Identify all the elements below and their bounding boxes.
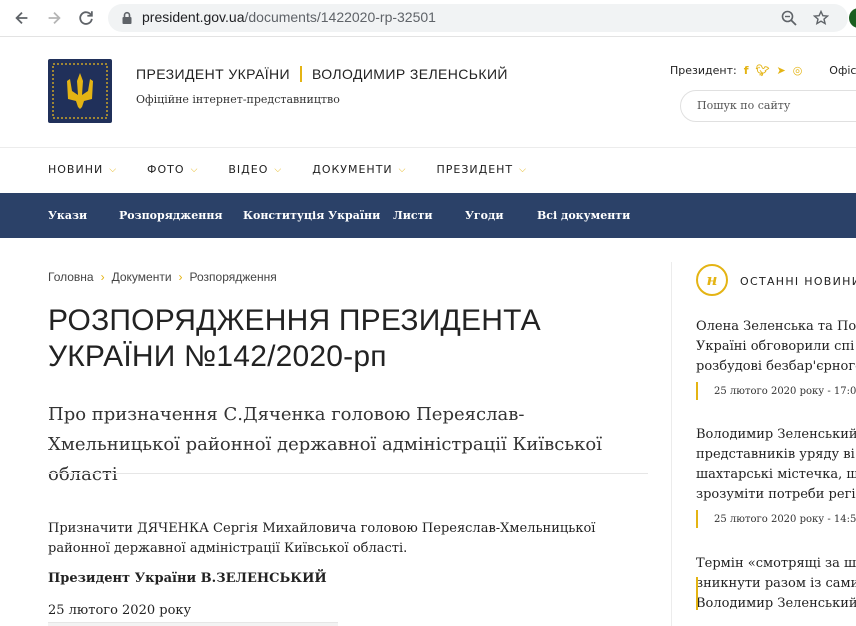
subnav-item-constitution[interactable]: Конституція України — [243, 209, 380, 222]
news-title-line: Олена Зеленська та Пос — [696, 319, 856, 334]
news-title-line: шахтарські містечка, що — [696, 467, 856, 482]
zoom-icon[interactable] — [781, 10, 797, 26]
news-title-line: Володимир Зеленський — [696, 596, 856, 611]
news-item[interactable]: Термін «смотрящі за ша зникнути разом із… — [696, 554, 856, 614]
chevron-down-icon: ⌵ — [519, 164, 527, 175]
page-title: РОЗПОРЯДЖЕННЯ ПРЕЗИДЕНТА УКРАЇНИ №142/20… — [48, 303, 648, 375]
url-text: president.gov.ua/documents/1422020-rp-32… — [142, 9, 436, 25]
telegram-icon[interactable]: ➤ — [776, 64, 785, 77]
reload-button[interactable] — [76, 8, 96, 28]
address-bar[interactable]: president.gov.ua/documents/1422020-rp-32… — [108, 4, 848, 32]
page-title-line2: УКРАЇНИ №142/2020-рп — [48, 340, 387, 373]
document-signature: Президент України В.ЗЕЛЕНСЬКИЙ — [48, 571, 327, 586]
url-path: /documents/1422020-rp-32501 — [244, 9, 436, 25]
back-button[interactable] — [12, 8, 32, 28]
twitter-icon[interactable]: 🐦︎ — [756, 64, 770, 77]
forward-button[interactable] — [44, 8, 64, 28]
subnav-item-decrees[interactable]: Укази — [48, 209, 87, 222]
news-item[interactable]: Олена Зеленська та Пос Україні обговорил… — [696, 317, 856, 400]
news-title-line: представників уряду ві — [696, 447, 855, 462]
news-accent-bar — [696, 577, 698, 610]
news-title-line: Володимир Зеленський — [696, 427, 856, 442]
profile-avatar[interactable] — [849, 8, 856, 28]
news-date: 25 лютого 2020 року - 14:54 — [696, 510, 856, 528]
menu-item-documents[interactable]: ДОКУМЕНТИ ⌵ — [312, 163, 406, 176]
forward-arrow-icon — [48, 11, 61, 25]
news-title-line: розбудові безбар'єрного — [696, 359, 856, 374]
news-title-line: зникнути разом із самим — [696, 576, 856, 591]
breadcrumb-home[interactable]: Головна — [48, 270, 94, 284]
site-title-left: ПРЕЗИДЕНТ УКРАЇНИ — [136, 66, 290, 82]
main-menu: НОВИНИ ⌵ ФОТО ⌵ ВІДЕО ⌵ ДОКУМЕНТИ ⌵ ПРЕЗИДЕН… — [48, 163, 557, 176]
site-title[interactable]: ПРЕЗИДЕНТ УКРАЇНИ ВОЛОДИМИР ЗЕЛЕНСЬКИЙ — [136, 66, 508, 82]
news-item[interactable]: Володимир Зеленський представників уряду… — [696, 425, 856, 528]
office-link[interactable]: Офіс — [829, 64, 856, 77]
menu-item-label: НОВИНИ — [48, 163, 104, 176]
subnav-item-all-documents[interactable]: Всі документи — [537, 209, 630, 222]
reload-icon — [79, 11, 93, 25]
column-divider — [671, 262, 672, 626]
chevron-down-icon: ⌵ — [274, 164, 283, 175]
site-title-right: ВОЛОДИМИР ЗЕЛЕНСЬКИЙ — [311, 66, 508, 82]
menu-item-label: ВІДЕО — [228, 163, 269, 176]
social-links: Президент: f 🐦︎ ➤ ◎ Офіс — [670, 64, 856, 77]
news-title-line: Україні обговорили спі — [696, 339, 855, 354]
menu-item-video[interactable]: ВІДЕО ⌵ — [228, 163, 282, 176]
menu-item-president[interactable]: ПРЕЗИДЕНТ ⌵ — [436, 163, 527, 176]
site-search[interactable] — [680, 90, 856, 122]
bookmark-star-icon[interactable] — [813, 10, 829, 26]
document-date: 25 лютого 2020 року — [48, 603, 192, 618]
chevron-down-icon: ⌵ — [109, 164, 118, 175]
content-divider — [48, 473, 648, 474]
url-host: president.gov.ua — [142, 9, 245, 25]
subnav-item-orders[interactable]: Розпорядження — [119, 209, 223, 222]
subnav-item-letters[interactable]: Листи — [393, 209, 433, 222]
menu-item-photo[interactable]: ФОТО ⌵ — [147, 163, 198, 176]
document-body: Призначити ДЯЧЕНКА Сергія Михайловича го… — [48, 521, 596, 556]
site-subtitle: Офіційне інтернет-представництво — [136, 93, 340, 106]
chevron-down-icon: ⌵ — [190, 164, 199, 175]
header-divider — [0, 147, 856, 148]
chevron-down-icon: ⌵ — [398, 164, 407, 175]
menu-item-label: ФОТО — [147, 163, 185, 176]
chevron-right-icon: › — [178, 270, 183, 284]
menu-item-label: ДОКУМЕНТИ — [312, 163, 393, 176]
news-date: 25 лютого 2020 року - 17:06 — [696, 382, 856, 400]
back-arrow-icon — [15, 11, 28, 25]
breadcrumb-documents[interactable]: Документи — [112, 270, 172, 284]
latest-news-heading: ОСТАННІ НОВИНИ — [740, 275, 856, 288]
scroll-edge — [48, 622, 338, 626]
document-subtitle: Про призначення С.Дяченка головою Переяс… — [48, 404, 603, 485]
facebook-icon[interactable]: f — [744, 64, 749, 77]
documents-subnav: Укази Розпорядження Конституція України … — [0, 193, 856, 238]
breadcrumb: Головна › Документи › Розпорядження — [48, 270, 277, 284]
search-input[interactable] — [697, 99, 856, 112]
menu-item-news[interactable]: НОВИНИ ⌵ — [48, 163, 117, 176]
trident-emblem-icon — [52, 63, 108, 119]
site-logo[interactable] — [48, 59, 112, 123]
news-title-line: зрозуміти потреби регіо — [696, 487, 856, 502]
chevron-right-icon: › — [100, 270, 105, 284]
news-logo-icon: н — [696, 264, 728, 296]
news-title-line: Термін «смотрящі за ша — [696, 556, 856, 571]
page-title-line1: РОЗПОРЯДЖЕННЯ ПРЕЗИДЕНТА — [48, 304, 541, 337]
breadcrumb-current: Розпорядження — [189, 270, 277, 284]
menu-item-label: ПРЕЗИДЕНТ — [436, 163, 514, 176]
browser-toolbar: president.gov.ua/documents/1422020-rp-32… — [0, 0, 856, 37]
social-label: Президент: — [670, 64, 737, 77]
lock-icon — [122, 11, 132, 24]
subnav-item-agreements[interactable]: Угоди — [465, 209, 504, 222]
instagram-icon[interactable]: ◎ — [793, 64, 803, 77]
title-separator — [299, 66, 302, 82]
